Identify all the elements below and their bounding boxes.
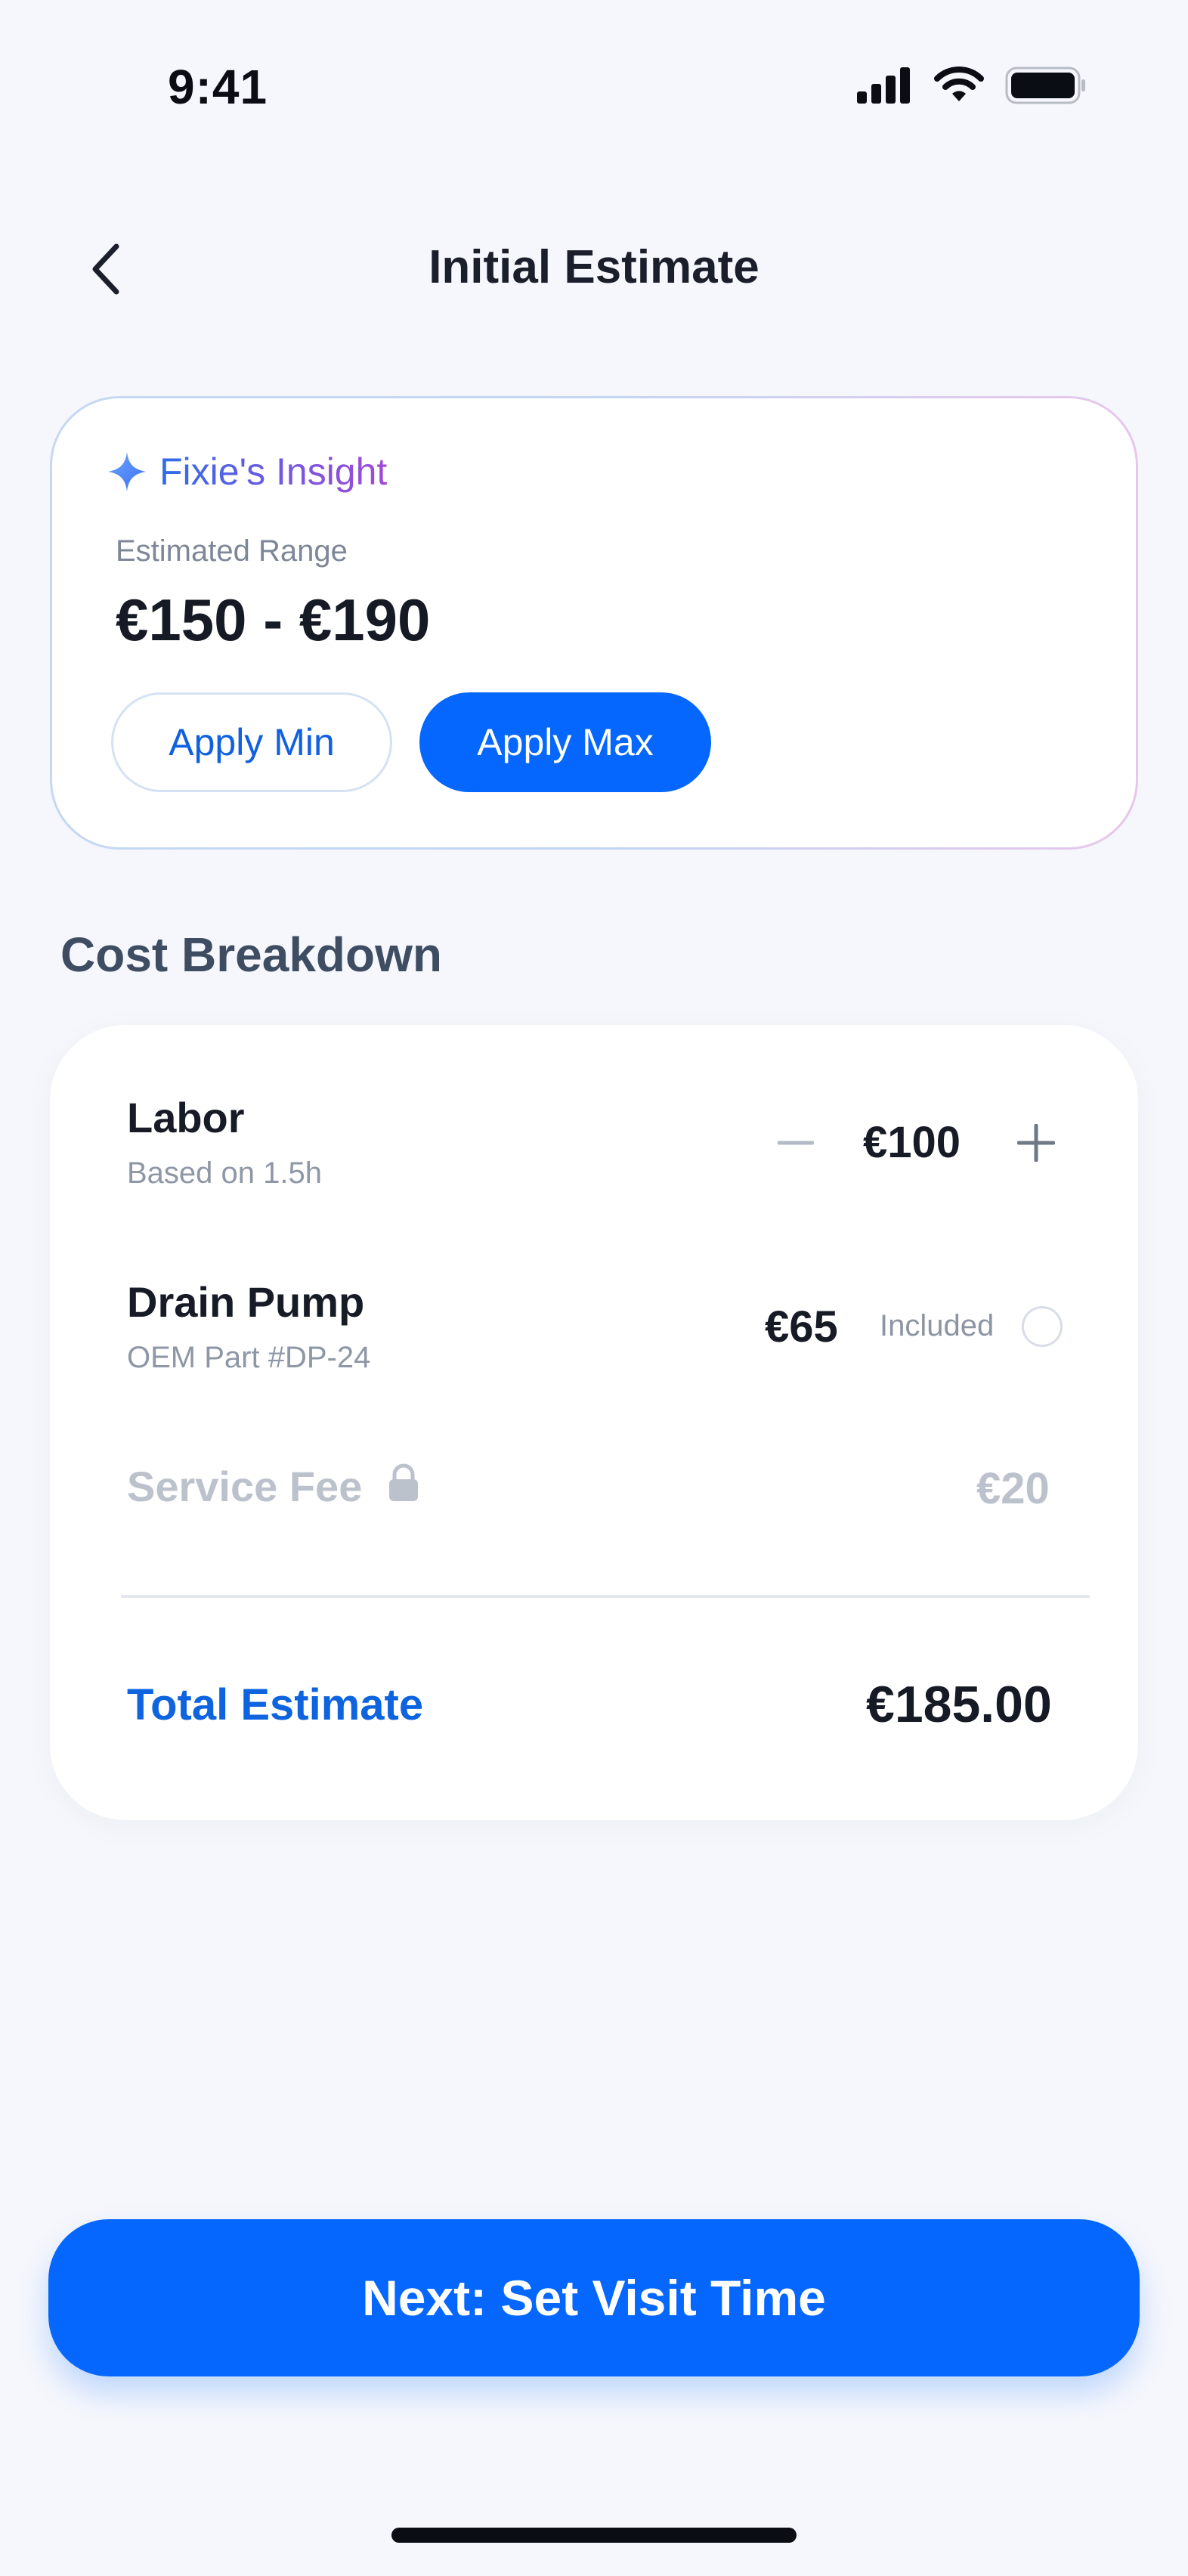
part-amount: €65 (765, 1302, 838, 1351)
status-icons (855, 67, 1087, 104)
insight-title: Fixie's Insight (159, 450, 388, 493)
plus-icon (1017, 1124, 1055, 1162)
total-estimate-label: Total Estimate (127, 1680, 424, 1729)
total-estimate-value: €185.00 (866, 1676, 1052, 1733)
insight-header: Fixie's Insight (108, 450, 387, 494)
cost-breakdown-card: Labor Based on 1.5h €100 Drain Pump OEM … (50, 1025, 1138, 1820)
status-time: 9:41 (168, 60, 268, 114)
service-fee-amount: €20 (976, 1464, 1050, 1513)
labor-increase-button[interactable] (1010, 1116, 1063, 1169)
included-radio[interactable] (1022, 1306, 1063, 1347)
estimated-range-label: Estimated Range (116, 534, 348, 568)
included-label: Included (880, 1309, 995, 1342)
cost-breakdown-title: Cost Breakdown (60, 927, 442, 982)
battery-icon (1005, 67, 1085, 104)
screen: 9:41 Initial Estimate Fixie's Insight Es… (0, 0, 1188, 2576)
part-sub: OEM Part #DP-24 (127, 1341, 371, 1374)
divider (121, 1595, 1090, 1598)
estimated-range-value: €150 - €190 (116, 587, 431, 653)
service-fee-name: Service Fee (127, 1463, 363, 1510)
home-indicator (391, 2528, 797, 2543)
sparkle-icon (108, 452, 146, 491)
cellular-signal-icon (857, 67, 910, 104)
apply-max-button[interactable]: Apply Max (419, 692, 711, 792)
part-name: Drain Pump (127, 1278, 365, 1326)
labor-amount: €100 (863, 1118, 961, 1167)
insight-card: Fixie's Insight Estimated Range €150 - €… (50, 396, 1138, 850)
next-set-visit-time-button[interactable]: Next: Set Visit Time (48, 2219, 1140, 2376)
insight-card-body: Fixie's Insight Estimated Range €150 - €… (52, 398, 1136, 847)
wifi-icon (934, 67, 984, 101)
minus-icon (778, 1141, 814, 1145)
page-title: Initial Estimate (428, 241, 760, 293)
labor-decrease-button[interactable] (769, 1116, 822, 1169)
labor-name: Labor (127, 1094, 245, 1141)
lock-icon (389, 1463, 418, 1501)
labor-sub: Based on 1.5h (127, 1156, 322, 1190)
apply-min-button[interactable]: Apply Min (111, 692, 392, 792)
